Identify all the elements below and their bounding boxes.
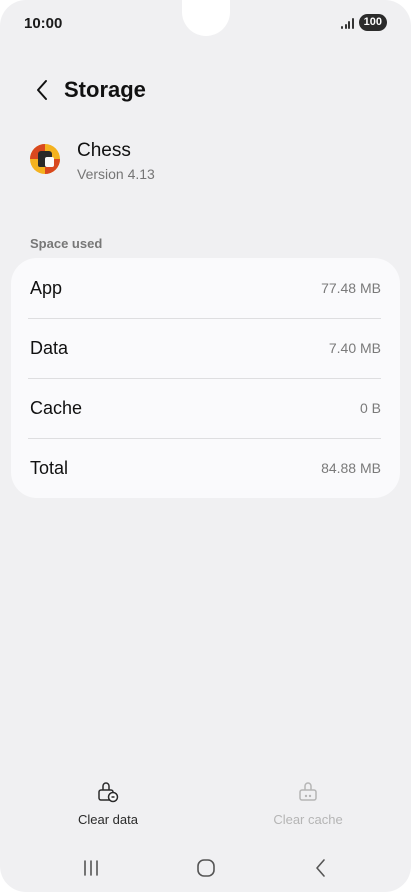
row-label: App	[30, 277, 63, 298]
app-bar: Storage	[0, 70, 411, 110]
app-text: Chess Version 4.13	[77, 140, 155, 182]
chess-app-icon	[30, 144, 60, 174]
signal-icon	[341, 17, 354, 29]
app-info: Chess Version 4.13	[30, 140, 155, 182]
clear-data-label: Clear data	[78, 812, 138, 827]
status-icons: 100	[341, 14, 387, 31]
bottom-actions: Clear data Clear cache	[0, 780, 411, 840]
status-bar: 10:00 100	[0, 0, 411, 46]
storage-row-total: Total 84.88 MB	[11, 438, 400, 498]
row-value: 0 B	[359, 400, 381, 416]
app-version: Version 4.13	[77, 166, 155, 182]
storage-screen: 10:00 100 Storage Chess Version 4.13 Spa…	[0, 0, 411, 892]
chevron-left-icon	[37, 80, 47, 100]
back-icon	[316, 859, 325, 877]
storage-row-cache: Cache 0 B	[11, 378, 400, 438]
row-value: 77.48 MB	[321, 280, 381, 296]
clear-cache-button[interactable]: Clear cache	[238, 780, 378, 827]
section-label-space-used: Space used	[30, 236, 103, 251]
app-name: Chess	[77, 140, 131, 161]
row-value: 84.88 MB	[321, 460, 381, 476]
home-icon	[197, 859, 215, 877]
battery-icon: 100	[358, 14, 387, 31]
home-button[interactable]	[186, 856, 226, 880]
recents-icon	[84, 860, 98, 876]
brush-icon	[299, 782, 317, 801]
nav-back-button[interactable]	[301, 856, 341, 880]
clear-data-button[interactable]: Clear data	[38, 780, 178, 827]
status-time: 10:00	[24, 15, 63, 32]
back-button[interactable]	[22, 70, 62, 110]
row-label: Total	[30, 457, 69, 478]
storage-card: App 77.48 MB Data 7.40 MB Cache 0 B Tota…	[11, 258, 400, 498]
page-title: Storage	[64, 77, 146, 102]
row-value: 7.40 MB	[328, 340, 381, 356]
clear-cache-label: Clear cache	[273, 812, 343, 827]
row-label: Cache	[30, 397, 83, 418]
storage-row-data: Data 7.40 MB	[11, 318, 400, 378]
storage-row-app: App 77.48 MB	[11, 258, 400, 318]
row-label: Data	[30, 337, 69, 358]
navigation-bar	[0, 846, 411, 892]
recents-button[interactable]	[71, 856, 111, 880]
brush-icon	[98, 782, 119, 803]
